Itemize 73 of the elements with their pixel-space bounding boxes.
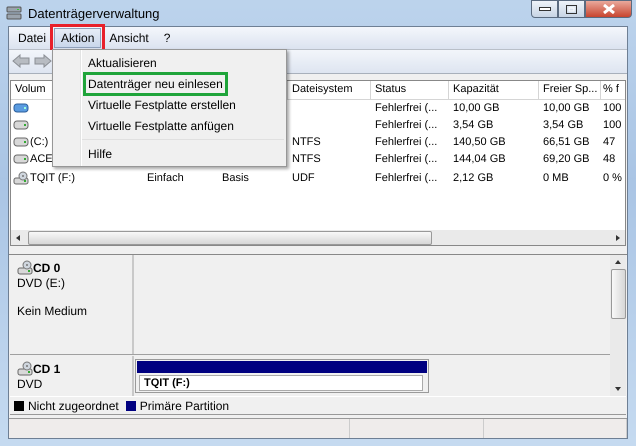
- table-cell: Einfach: [147, 172, 184, 184]
- window-title: Datenträgerverwaltung: [28, 6, 160, 20]
- menu-item[interactable]: Virtuelle Festplatte anfügen: [86, 116, 236, 134]
- table-cell: 0 MB: [543, 172, 569, 184]
- table-cell: Fehlerfrei (...: [375, 102, 438, 114]
- menu-item[interactable]: ?: [156, 28, 178, 48]
- menu-item[interactable]: Virtuelle Festplatte erstellen: [86, 96, 238, 114]
- table-cell: NTFS: [292, 153, 321, 166]
- table-cell: UDF: [292, 172, 315, 184]
- table-cell: 10,00 GB: [453, 102, 500, 114]
- table-cell: 100: [603, 102, 622, 114]
- partition-label: TQIT (F:): [139, 375, 423, 392]
- forward-arrow-icon[interactable]: [34, 54, 52, 68]
- minimize-icon: [538, 7, 550, 11]
- table-cell: ACE: [30, 153, 53, 166]
- column-header[interactable]: Status: [371, 80, 449, 99]
- close-button[interactable]: [585, 0, 632, 18]
- table-cell: 140,50 GB: [453, 136, 506, 148]
- table-cell: Fehlerfrei (...: [375, 119, 438, 132]
- disk-name: CD 1: [33, 362, 60, 376]
- scroll-down-icon[interactable]: [613, 385, 623, 394]
- table-cell: Fehlerfrei (...: [375, 136, 438, 148]
- disk-name: CD 0: [33, 260, 60, 275]
- vertical-scrollbar[interactable]: [610, 255, 626, 396]
- table-cell: 69,20 GB: [543, 153, 590, 166]
- partition[interactable]: TQIT (F:): [135, 359, 429, 394]
- table-cell: (C:): [30, 136, 48, 148]
- scroll-up-icon[interactable]: [613, 258, 623, 266]
- table-cell: 144,04 GB: [453, 153, 506, 166]
- disk-status: Kein Medium: [17, 304, 88, 318]
- optical-drive-icon: [17, 361, 33, 376]
- table-cell: 10,00 GB: [543, 102, 590, 114]
- table-cell: 2,12 GB: [453, 172, 494, 184]
- menu-item[interactable]: Ansicht: [102, 28, 156, 48]
- table-cell: Basis: [222, 172, 249, 184]
- minimize-button[interactable]: [531, 0, 558, 18]
- column-header[interactable]: Dateisystem: [288, 80, 371, 99]
- table-cell: 47: [603, 136, 616, 148]
- table-cell: NTFS: [292, 136, 321, 148]
- column-header[interactable]: Kapazität: [449, 80, 539, 99]
- table-cell: 3,54 GB: [453, 119, 494, 132]
- legend-label: Primäre Partition: [140, 398, 230, 413]
- drive-icon: [13, 101, 29, 116]
- table-cell: 0 %: [603, 172, 622, 184]
- table-cell: 3,54 GB: [543, 119, 584, 132]
- drive-icon: [6, 5, 22, 21]
- column-header[interactable]: Freier Sp...: [539, 80, 601, 99]
- column-header[interactable]: % f: [601, 80, 625, 99]
- drive-icon: [13, 118, 29, 132]
- drive-icon: [13, 152, 29, 166]
- menu-item[interactable]: Datenträger neu einlesen: [86, 74, 225, 92]
- menu-item[interactable]: Aktualisieren: [86, 54, 159, 72]
- menu-item[interactable]: Hilfe: [86, 144, 114, 162]
- disk-type: DVD (E:): [17, 276, 66, 290]
- table-cell: 48: [603, 153, 616, 166]
- maximize-icon: [566, 4, 577, 14]
- menu-item[interactable]: Datei: [11, 28, 54, 48]
- optical-drive-icon: [13, 171, 29, 186]
- legend-label: Nicht zugeordnet: [28, 398, 119, 413]
- optical-drive-icon: [17, 260, 33, 276]
- close-icon: [602, 4, 614, 14]
- scrollbar-thumb[interactable]: [610, 269, 626, 320]
- maximize-button[interactable]: [558, 0, 585, 18]
- horizontal-scrollbar[interactable]: [11, 230, 625, 246]
- back-arrow-icon[interactable]: [12, 54, 30, 68]
- table-cell: 66,51 GB: [543, 136, 590, 148]
- table-cell: Fehlerfrei (...: [375, 153, 438, 166]
- drive-icon: [13, 135, 29, 150]
- table-cell: Fehlerfrei (...: [375, 172, 438, 184]
- table-cell: 100: [603, 119, 622, 132]
- disk-type: DVD: [17, 377, 44, 392]
- table-cell: TQIT (F:): [30, 172, 76, 184]
- scrollbar-thumb[interactable]: [28, 230, 432, 245]
